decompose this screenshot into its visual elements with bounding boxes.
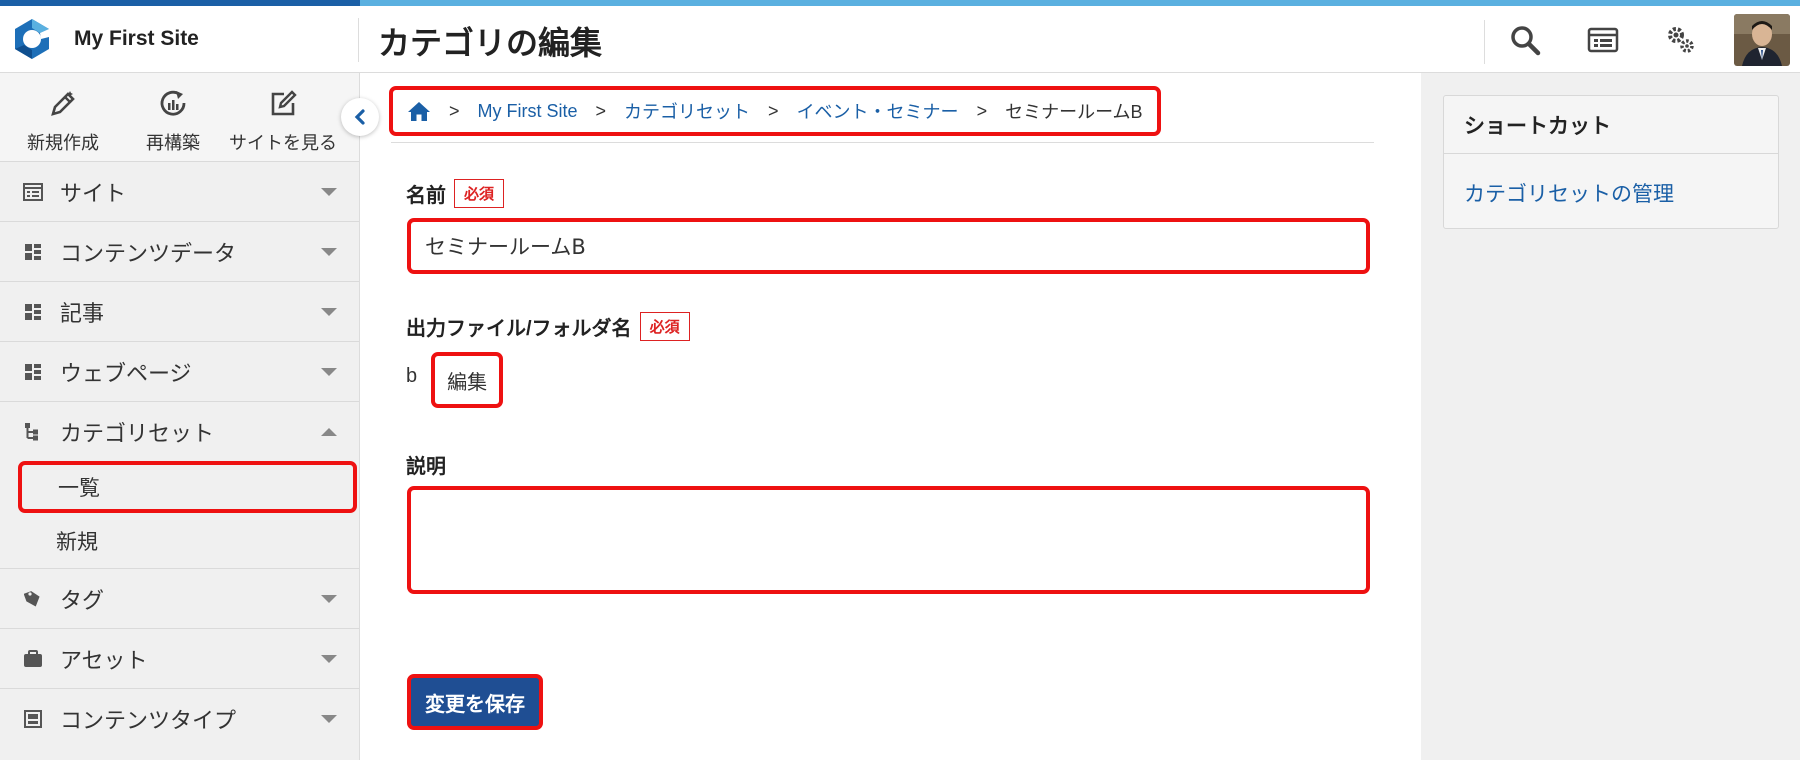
submenu-item-list[interactable]: 一覧: [18, 461, 357, 513]
header-divider: [358, 18, 359, 62]
home-icon[interactable]: [407, 99, 431, 123]
chevron-down-icon: [321, 655, 337, 663]
user-avatar[interactable]: [1734, 14, 1790, 66]
chevron-left-icon: [354, 109, 365, 125]
menu-item-label: ウェブページ: [60, 360, 192, 386]
rebuild-icon: [158, 89, 188, 119]
breadcrumb-separator: >: [595, 100, 607, 121]
search-icon[interactable]: [1507, 22, 1543, 58]
menu-item-label: アセット: [60, 647, 148, 673]
menu-item-label: タグ: [60, 587, 105, 613]
quick-action-label: 新規作成: [27, 133, 99, 153]
breadcrumb-separator: >: [768, 100, 779, 121]
description-field-group: 説明: [406, 450, 446, 479]
external-link-icon: [268, 89, 298, 119]
sidebar: 新規作成 再構築 サイトを見る サイト コンテンツデータ 記事 ウェブページ カ…: [0, 73, 360, 760]
content-type-icon: [22, 708, 44, 730]
chevron-down-icon: [321, 308, 337, 316]
view-site-button[interactable]: サイトを見る: [228, 73, 338, 161]
site-icon: [22, 181, 44, 203]
header-divider: [1484, 20, 1485, 64]
menu-item-label: 記事: [60, 300, 105, 326]
entry-icon: [22, 301, 44, 323]
chevron-up-icon: [321, 428, 337, 436]
basename-value: b: [406, 364, 418, 387]
save-changes-button[interactable]: 変更を保存: [407, 674, 543, 730]
menu-item-content-data[interactable]: コンテンツデータ: [0, 221, 359, 281]
required-badge: 必須: [639, 312, 690, 341]
chevron-down-icon: [321, 368, 337, 376]
manage-category-sets-link[interactable]: カテゴリセットの管理: [1464, 178, 1674, 208]
list-view-icon[interactable]: [1585, 22, 1621, 58]
breadcrumb-link[interactable]: My First Site: [478, 101, 578, 122]
menu-item-label: サイト: [60, 180, 127, 206]
basename-field-group: 出力ファイル/フォルダ名 必須: [406, 312, 690, 341]
app-header: My First Site カテゴリの編集: [0, 6, 1800, 73]
chevron-down-icon: [321, 248, 337, 256]
edit-basename-button[interactable]: 編集: [431, 352, 504, 408]
tag-icon: [22, 588, 44, 610]
chevron-down-icon: [321, 595, 337, 603]
collapse-sidebar-button[interactable]: [341, 98, 379, 136]
main-content: > My First Site > カテゴリセット > イベント・セミナー > …: [361, 73, 1421, 760]
breadcrumb-separator: >: [976, 100, 988, 121]
name-label-text: 名前: [406, 185, 446, 207]
settings-gear-icon[interactable]: [1663, 22, 1699, 58]
description-textarea[interactable]: [407, 486, 1370, 594]
breadcrumb-link[interactable]: カテゴリセット: [624, 98, 750, 124]
menu-item-label: カテゴリセット: [60, 420, 215, 446]
menu-item-label: コンテンツタイプ: [60, 707, 237, 733]
chevron-down-icon: [321, 188, 337, 196]
name-label: 名前 必須: [406, 179, 505, 208]
menu-item-category-set[interactable]: カテゴリセット: [0, 401, 359, 461]
menu-item-asset[interactable]: アセット: [0, 628, 359, 688]
shortcut-title: ショートカット: [1444, 96, 1778, 154]
quick-action-label: サイトを見る: [229, 133, 337, 153]
basename-label: 出力ファイル/フォルダ名 必須: [406, 312, 690, 341]
quick-actions: 新規作成 再構築 サイトを見る: [0, 73, 359, 161]
right-column: ショートカット カテゴリセットの管理: [1421, 73, 1800, 760]
basename-row: b 編集: [406, 352, 504, 408]
site-brand[interactable]: My First Site: [8, 14, 199, 64]
new-create-button[interactable]: 新規作成: [8, 73, 118, 161]
menu-item-label: コンテンツデータ: [60, 240, 237, 266]
name-input[interactable]: [407, 218, 1370, 274]
save-row: 変更を保存: [407, 674, 543, 730]
page-icon: [22, 361, 44, 383]
category-set-icon: [22, 421, 44, 443]
breadcrumb-divider: [391, 142, 1374, 143]
name-field-group: 名前 必須: [406, 179, 505, 208]
menu-item-tag[interactable]: タグ: [0, 568, 359, 628]
menu-item-webpage[interactable]: ウェブページ: [0, 341, 359, 401]
breadcrumb: > My First Site > カテゴリセット > イベント・セミナー > …: [389, 86, 1161, 136]
description-label: 説明: [406, 456, 446, 478]
submenu-item-new[interactable]: 新規: [0, 513, 359, 568]
asset-icon: [22, 648, 44, 670]
menu-item-site[interactable]: サイト: [0, 161, 359, 221]
submenu-item-label: 一覧: [58, 477, 100, 500]
menu-item-content-type[interactable]: コンテンツタイプ: [0, 688, 359, 748]
quick-action-label: 再構築: [146, 133, 200, 153]
page-title: カテゴリの編集: [378, 24, 603, 62]
breadcrumb-separator: >: [449, 100, 460, 121]
basename-label-text: 出力ファイル/フォルダ名: [406, 318, 632, 340]
menu-item-entry[interactable]: 記事: [0, 281, 359, 341]
breadcrumb-current: セミナールームB: [1005, 102, 1143, 122]
content-data-icon: [22, 241, 44, 263]
logo-icon: [15, 19, 49, 59]
shortcut-panel: ショートカット カテゴリセットの管理: [1443, 95, 1779, 229]
breadcrumb-link[interactable]: イベント・セミナー: [797, 98, 959, 124]
submenu-item-label: 新規: [56, 530, 98, 554]
rebuild-button[interactable]: 再構築: [118, 73, 228, 161]
site-name[interactable]: My First Site: [74, 27, 199, 51]
chevron-down-icon: [321, 715, 337, 723]
required-badge: 必須: [454, 179, 505, 208]
pencil-icon: [48, 89, 78, 119]
